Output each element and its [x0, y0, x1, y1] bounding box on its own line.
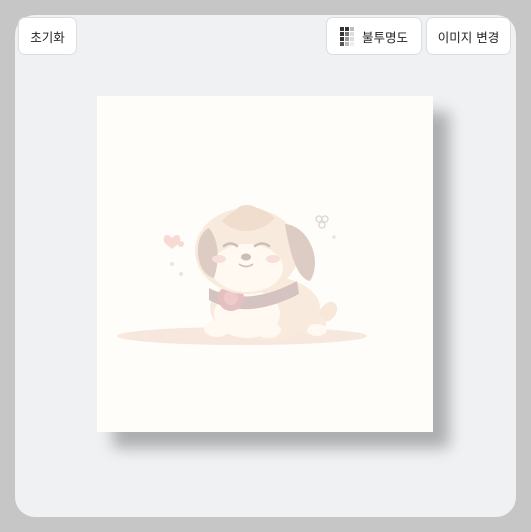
change-image-button-label: 이미지 변경 [437, 29, 500, 45]
opacity-button[interactable]: 불투명도 [326, 17, 422, 55]
reset-button-label: 초기화 [30, 29, 65, 45]
opacity-grid-icon [339, 26, 354, 46]
opacity-button-label: 불투명도 [361, 29, 408, 45]
puppy-illustration [117, 205, 367, 345]
puppy-image [117, 205, 367, 345]
reset-button[interactable]: 초기화 [18, 17, 77, 55]
image-canvas[interactable] [97, 96, 433, 432]
change-image-button[interactable]: 이미지 변경 [426, 17, 511, 55]
